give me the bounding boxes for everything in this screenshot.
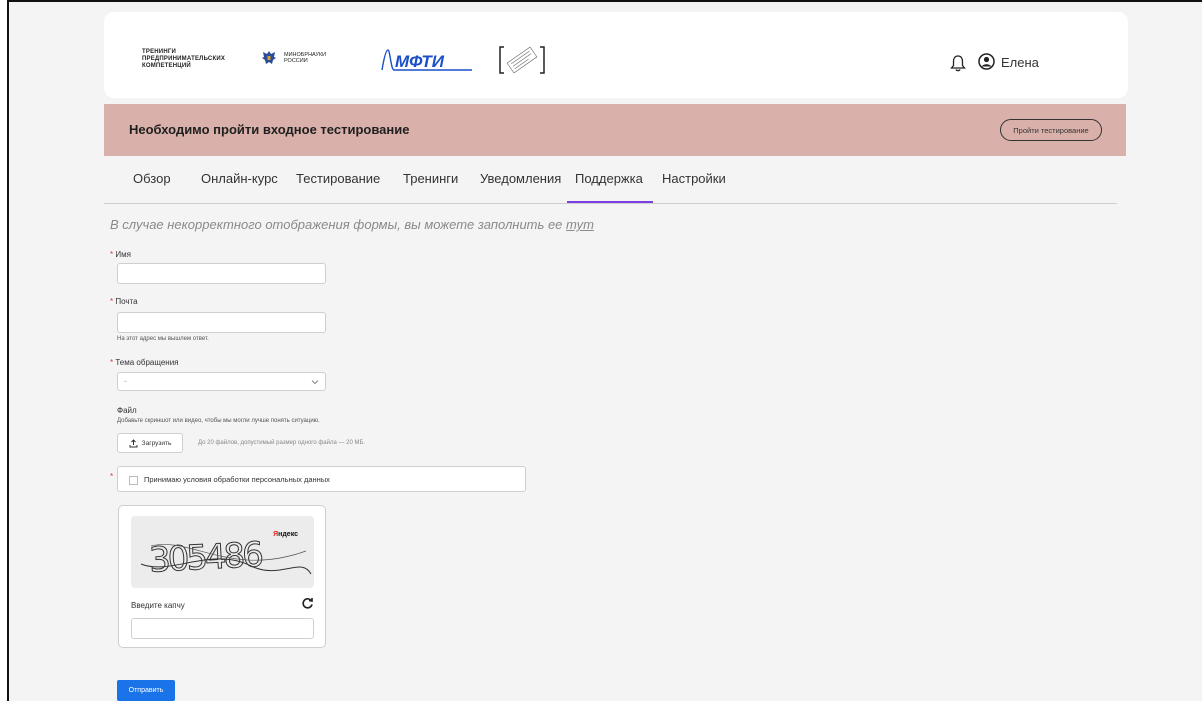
user-avatar-icon[interactable] (978, 53, 995, 70)
yandex-logo: Яндекс (273, 531, 298, 538)
notice-link[interactable]: тут (566, 217, 594, 232)
upload-button-label: Загрузить (141, 439, 172, 447)
required-marker: * (110, 358, 114, 367)
submit-button[interactable]: Отправить (117, 680, 175, 701)
tab-bar: Обзор Онлайн-курс Тестирование Тренинги … (104, 156, 1117, 204)
upload-limits: До 20 файлов, допустимый размер одного ф… (198, 440, 366, 446)
required-marker: * (110, 297, 114, 306)
upload-icon (129, 438, 138, 447)
topic-label: * Тема обращения (110, 358, 179, 367)
logo-trainings[interactable]: ТРЕНИНГИ ПРЕДПРИНИМАТЕЛЬСКИХ КОМПЕТЕНЦИЙ (142, 49, 225, 70)
form-fallback-notice: В случае некорректного отображения формы… (110, 217, 594, 232)
email-input[interactable] (117, 312, 326, 333)
file-label: Файл (117, 406, 137, 415)
logo-minobrnauki[interactable]: МИНОБРНАУКИ РОССИИ (260, 49, 326, 67)
tab-support[interactable]: Поддержка (575, 171, 643, 186)
take-test-button[interactable]: Пройти тестирование (1000, 119, 1102, 141)
topic-select-value: - (124, 376, 127, 386)
tab-overview[interactable]: Обзор (133, 171, 171, 186)
logo-partner-bracket[interactable] (498, 45, 546, 75)
name-input[interactable] (117, 263, 326, 284)
captcha-code-graphic: 305486 (140, 534, 312, 581)
tab-online-course[interactable]: Онлайн-курс (201, 171, 278, 186)
bell-icon[interactable] (950, 54, 966, 72)
captcha-label: Введите капчу (131, 601, 185, 610)
active-tab-indicator (567, 201, 653, 203)
logo-trainings-line-1: ТРЕНИНГИ (142, 49, 176, 55)
name-label-text: Имя (115, 250, 131, 259)
tab-notifications[interactable]: Уведомления (480, 171, 561, 186)
tab-testing[interactable]: Тестирование (296, 171, 380, 186)
email-label-text: Почта (115, 297, 138, 306)
refresh-icon[interactable] (301, 597, 314, 610)
tab-settings[interactable]: Настройки (662, 171, 726, 186)
required-marker: * (110, 250, 114, 259)
testing-required-banner: Необходимо пройти входное тестирование П… (104, 104, 1126, 156)
user-name[interactable]: Елена (1001, 55, 1039, 70)
notice-text: В случае некорректного отображения формы… (110, 217, 567, 232)
upload-button[interactable]: Загрузить (117, 433, 183, 453)
logo-trainings-line-2: ПРЕДПРИНИМАТЕЛЬСКИХ (142, 56, 226, 62)
captcha-input[interactable] (131, 618, 314, 639)
captcha-card: 305486 Яндекс Введите капчу (118, 505, 326, 648)
site-header: ТРЕНИНГИ ПРЕДПРИНИМАТЕЛЬСКИХ КОМПЕТЕНЦИЙ… (104, 12, 1128, 98)
tab-trainings[interactable]: Тренинги (403, 171, 458, 186)
file-hint: Добавьте скриншот или видео, чтобы мы мо… (117, 418, 320, 424)
consent-required-marker: * (110, 472, 114, 481)
eagle-emblem-icon (262, 51, 276, 64)
consent-field: Принимаю условия обработки персональных … (117, 466, 526, 492)
consent-label[interactable]: Принимаю условия обработки персональных … (144, 475, 330, 484)
banner-text: Необходимо пройти входное тестирование (129, 122, 410, 137)
name-label: * Имя (110, 250, 131, 259)
logo-trainings-line-3: КОМПЕТЕНЦИЙ (142, 63, 191, 69)
topic-select[interactable]: - (117, 372, 326, 391)
consent-checkbox[interactable] (129, 476, 138, 485)
logo-mfti[interactable]: МФТИ (380, 48, 480, 72)
captcha-code: 305486 (148, 535, 263, 581)
chevron-down-icon (311, 380, 319, 385)
captcha-image: 305486 Яндекс (131, 516, 314, 588)
email-hint: На этот адрес мы вышлем ответ. (117, 336, 209, 342)
logo-minobr-line-2: РОССИИ (284, 58, 308, 64)
topic-label-text: Тема обращения (115, 358, 179, 367)
email-label: * Почта (110, 297, 138, 306)
logo-mfti-text: МФТИ (395, 52, 445, 71)
